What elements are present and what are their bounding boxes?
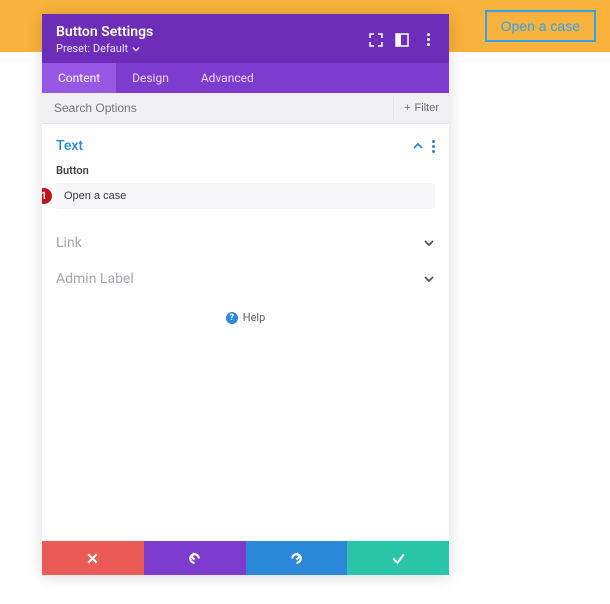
help-link[interactable]: ? Help <box>42 311 449 324</box>
snap-icon[interactable] <box>395 33 409 47</box>
preset-selector[interactable]: Preset: Default <box>56 42 153 55</box>
panel-title: Button Settings <box>56 24 153 40</box>
check-icon <box>391 551 406 566</box>
cancel-button[interactable] <box>42 541 144 575</box>
section-more-icon[interactable] <box>432 140 435 153</box>
button-field-row: 1 <box>56 183 435 209</box>
step-marker-1: 1 <box>42 188 52 204</box>
plus-icon: + <box>404 102 410 114</box>
section-link: Link <box>42 219 449 255</box>
expand-icon[interactable] <box>369 33 383 47</box>
redo-button[interactable] <box>246 541 348 575</box>
section-admin-title: Admin Label <box>56 271 134 287</box>
button-field-label: Button <box>56 164 435 177</box>
close-icon <box>85 551 100 566</box>
search-input[interactable] <box>42 93 393 123</box>
panel-body: Text Button 1 Link Admin Label <box>42 124 449 541</box>
more-icon[interactable] <box>421 33 435 47</box>
tab-design[interactable]: Design <box>116 63 185 93</box>
section-text: Text Button 1 <box>42 124 449 219</box>
panel-footer <box>42 541 449 575</box>
section-text-title: Text <box>56 138 83 154</box>
tabs: Content Design Advanced <box>42 63 449 93</box>
header-actions <box>369 33 435 47</box>
help-label: Help <box>243 311 266 324</box>
section-link-header[interactable]: Link <box>56 235 435 251</box>
tab-content[interactable]: Content <box>42 63 116 93</box>
chevron-up-icon <box>412 140 424 152</box>
undo-button[interactable] <box>144 541 246 575</box>
search-row: + Filter <box>42 93 449 124</box>
panel-header: Button Settings Preset: Default <box>42 14 449 63</box>
button-text-input[interactable] <box>56 183 435 209</box>
save-button[interactable] <box>347 541 449 575</box>
chevron-down-icon <box>132 45 140 53</box>
section-admin-label: Admin Label <box>42 255 449 291</box>
help-icon: ? <box>226 312 238 324</box>
settings-panel: Button Settings Preset: Default Content … <box>42 14 449 575</box>
section-text-header[interactable]: Text <box>56 138 435 154</box>
preset-label: Preset: Default <box>56 42 128 55</box>
undo-icon <box>187 551 202 566</box>
section-link-title: Link <box>56 235 82 251</box>
filter-button[interactable]: + Filter <box>393 96 449 120</box>
redo-icon <box>289 551 304 566</box>
open-case-preview-button[interactable]: Open a case <box>485 10 596 42</box>
section-admin-header[interactable]: Admin Label <box>56 271 435 287</box>
filter-label: Filter <box>415 102 439 114</box>
tab-advanced[interactable]: Advanced <box>185 63 270 93</box>
chevron-down-icon <box>423 237 435 249</box>
chevron-down-icon <box>423 273 435 285</box>
panel-titles: Button Settings Preset: Default <box>56 24 153 55</box>
